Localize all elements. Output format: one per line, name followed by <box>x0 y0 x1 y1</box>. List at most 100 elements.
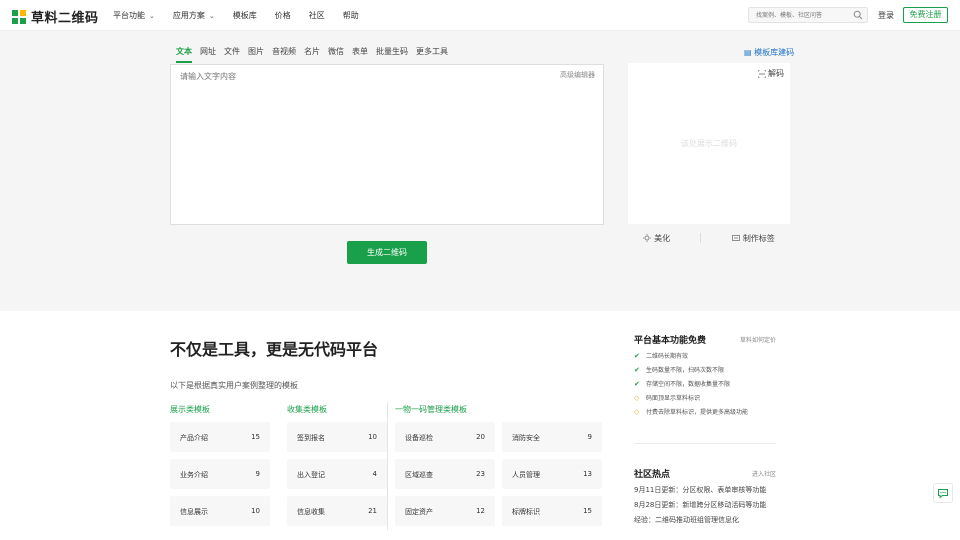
pricing-link[interactable]: 草料如何定价 <box>740 335 776 344</box>
logo-text: 草料二维码 <box>31 11 99 26</box>
tab-image[interactable]: 图片 <box>248 46 264 63</box>
tab-file[interactable]: 文件 <box>224 46 240 63</box>
feature-item: ✔ 二维码长期有效 <box>634 351 776 361</box>
category-title-asset-management[interactable]: 一物一码管理类模板 <box>395 404 467 415</box>
beautify-icon <box>643 234 652 242</box>
news-item[interactable]: 经验：二维码推动班组管理信息化 <box>634 515 776 525</box>
qr-placeholder-text: 该处展示二维码 <box>681 139 737 148</box>
search-icon[interactable] <box>853 10 863 20</box>
label-icon <box>731 235 740 241</box>
tab-text[interactable]: 文本 <box>176 46 192 63</box>
feature-text: 付费去除草料标识，提供更多高级功能 <box>646 409 749 416</box>
column-divider <box>387 402 388 530</box>
news-item[interactable]: 8月28日更新：新增跨分区移动活码等功能 <box>634 500 776 510</box>
chevron-down-icon: ⌄ <box>208 11 215 20</box>
nav-item-platform[interactable]: 平台功能 ⌄ <box>113 10 155 21</box>
qr-actions: 美化 制作标签 <box>628 231 790 245</box>
template-card[interactable]: 业务介绍 9 <box>170 459 270 489</box>
search-input[interactable] <box>749 8 849 22</box>
divider <box>700 233 702 243</box>
free-features-panel: 平台基本功能免费 草料如何定价 ✔ 二维码长期有效 ✔ 生码数量不限，扫码次数不限 … <box>634 333 776 416</box>
check-icon: ✔ <box>634 351 640 360</box>
category-title-collect[interactable]: 收集类模板 <box>287 404 327 415</box>
text-input[interactable] <box>171 65 603 224</box>
template-card[interactable]: 信息展示 10 <box>170 496 270 526</box>
template-card[interactable]: 标牌标识 15 <box>502 496 602 526</box>
template-link-label: 模板库建码 <box>754 48 795 57</box>
template-name: 标牌标识 <box>512 508 540 516</box>
tab-audio-video[interactable]: 音视频 <box>272 46 296 63</box>
feature-text: 码面顶显示草料标识 <box>646 395 701 402</box>
nav-item-community[interactable]: 社区 <box>309 10 325 21</box>
template-count: 13 <box>583 470 592 478</box>
diamond-icon: ◇ <box>634 393 640 402</box>
category-title-display[interactable]: 展示类模板 <box>170 404 210 415</box>
check-icon: ✔ <box>634 379 640 388</box>
template-count: 21 <box>368 507 377 515</box>
template-count: 9 <box>255 470 260 478</box>
beautify-button[interactable]: 美化 <box>643 233 670 244</box>
template-name: 信息收集 <box>297 508 325 516</box>
template-name: 固定资产 <box>405 508 433 516</box>
generate-qr-button[interactable]: 生成二维码 <box>347 241 427 264</box>
floating-contact-button[interactable] <box>933 483 953 503</box>
nav-item-solutions[interactable]: 应用方案 ⌄ <box>173 10 215 21</box>
feature-text: 二维码长期有效 <box>646 353 689 360</box>
tab-url[interactable]: 网址 <box>200 46 216 63</box>
tab-form[interactable]: 表单 <box>352 46 368 63</box>
template-count: 20 <box>476 433 485 441</box>
template-name: 产品介绍 <box>180 434 208 442</box>
template-count: 23 <box>476 470 485 478</box>
feature-item: ✔ 存储空间不限，数据收集量不限 <box>634 379 776 389</box>
template-card[interactable]: 信息收集 21 <box>287 496 387 526</box>
template-count: 4 <box>372 470 377 478</box>
enter-community-link[interactable]: 进入社区 <box>752 469 776 478</box>
tab-more-tools[interactable]: 更多工具 <box>416 46 448 63</box>
qr-logo-icon <box>12 9 26 24</box>
nav-item-pricing[interactable]: 价格 <box>275 10 291 21</box>
logo[interactable]: 草料二维码 <box>12 7 99 26</box>
template-card[interactable]: 产品介绍 15 <box>170 422 270 452</box>
feature-item: ✔ 生码数量不限，扫码次数不限 <box>634 365 776 375</box>
make-label-button[interactable]: 制作标签 <box>731 233 775 244</box>
decode-button[interactable]: 解码 <box>758 68 784 79</box>
template-count: 10 <box>251 507 260 515</box>
decode-label: 解码 <box>768 69 784 78</box>
nav-item-templates[interactable]: 模板库 <box>233 10 257 21</box>
template-count: 15 <box>251 433 260 441</box>
template-card[interactable]: 出入登记 4 <box>287 459 387 489</box>
template-card[interactable]: 固定资产 12 <box>395 496 495 526</box>
qr-preview-panel: 解码 该处展示二维码 <box>628 63 790 224</box>
login-link[interactable]: 登录 <box>878 10 894 21</box>
news-item[interactable]: 9月11日更新：分区权限、表单审核等功能 <box>634 485 776 495</box>
community-panel: 社区热点 进入社区 9月11日更新：分区权限、表单审核等功能 8月28日更新：新… <box>634 467 776 525</box>
template-card[interactable]: 签到报名 10 <box>287 422 387 452</box>
top-header: 草料二维码 平台功能⌄ 应用方案⌄ 模板库 价格 社区 帮助 登录 免费注册 <box>0 0 960 31</box>
diamond-icon: ◇ <box>634 407 640 416</box>
chat-icon <box>938 489 948 499</box>
template-card[interactable]: 区域巡查 23 <box>395 459 495 489</box>
template-card[interactable]: 设备巡检 20 <box>395 422 495 452</box>
feature-text: 存储空间不限，数据收集量不限 <box>646 381 731 388</box>
template-card[interactable]: 人员管理 13 <box>502 459 602 489</box>
nav-label: 应用方案 <box>172 11 205 20</box>
slogan-heading: 不仅是工具，更是无代码平台 <box>170 340 379 359</box>
chevron-down-icon: ⌄ <box>149 11 155 20</box>
check-icon: ✔ <box>634 365 640 374</box>
template-name: 业务介绍 <box>180 471 208 479</box>
advanced-editor-link[interactable]: 高级编辑器 <box>560 70 595 80</box>
tab-batch[interactable]: 批量生码 <box>376 46 408 63</box>
template-name: 信息展示 <box>180 508 208 516</box>
tab-wechat[interactable]: 微信 <box>328 46 344 63</box>
nav-item-help[interactable]: 帮助 <box>343 10 359 21</box>
template-card[interactable]: 消防安全 9 <box>502 422 602 452</box>
text-editor: 高级编辑器 <box>170 64 604 225</box>
feature-item: ◇ 付费去除草料标识，提供更多高级功能 <box>634 407 776 417</box>
nav-label: 价格 <box>274 11 291 20</box>
tab-business-card[interactable]: 名片 <box>304 46 320 63</box>
make-label-label: 制作标签 <box>742 233 775 243</box>
template-grid-icon: ▤ <box>744 48 752 57</box>
template-create-link[interactable]: ▤ 模板库建码 <box>744 47 794 58</box>
register-button[interactable]: 免费注册 <box>903 7 948 23</box>
template-count: 10 <box>368 433 377 441</box>
